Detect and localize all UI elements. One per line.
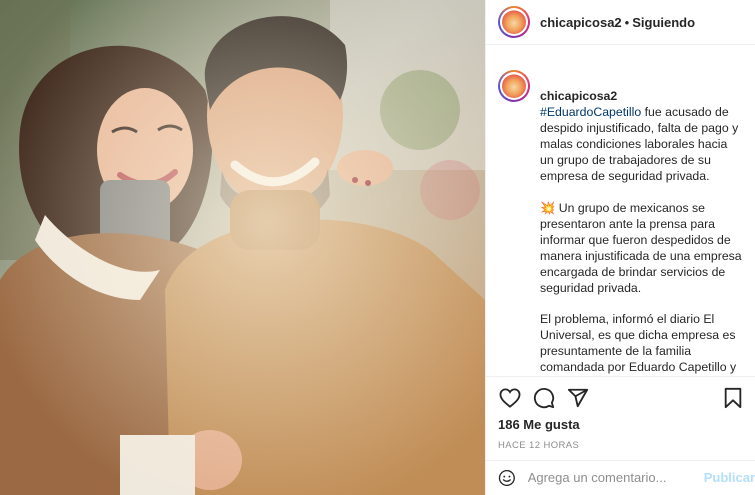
- bookmark-icon: [724, 387, 742, 409]
- caption-paragraph-3: El problema, informó el diario El Univer…: [540, 312, 737, 374]
- comment-button[interactable]: [532, 386, 556, 410]
- avatar-lips-icon: [502, 10, 526, 34]
- share-button[interactable]: [566, 386, 590, 410]
- actions-section: 186 Me gusta Hace 12 horas Publicar: [486, 376, 755, 494]
- post-details-panel: chicapicosa2 • Siguiendo chicapicosa2 #E…: [485, 0, 755, 495]
- author-username[interactable]: chicapicosa2: [540, 15, 622, 30]
- like-button[interactable]: [498, 386, 522, 410]
- post-photo[interactable]: [0, 0, 485, 495]
- comment-form: Publicar: [486, 460, 755, 494]
- heart-icon: [499, 388, 521, 408]
- publish-button[interactable]: Publicar: [704, 470, 755, 485]
- following-button[interactable]: Siguiendo: [632, 15, 695, 30]
- caption-username[interactable]: chicapicosa2: [540, 89, 617, 103]
- caption-avatar[interactable]: [498, 70, 530, 102]
- couple-photo-illustration: [0, 0, 485, 495]
- save-button[interactable]: [721, 386, 745, 410]
- caption-area: chicapicosa2 #EduardoCapetillo fue acusa…: [486, 56, 755, 374]
- post-header: chicapicosa2 • Siguiendo: [486, 0, 755, 45]
- comment-icon: [533, 387, 555, 409]
- post-caption: chicapicosa2 #EduardoCapetillo fue acusa…: [540, 72, 743, 374]
- explosion-emoji-icon: 💥: [540, 201, 556, 215]
- caption-paragraph-2: Un grupo de mexicanos se presentaron ant…: [540, 201, 742, 295]
- share-icon: [567, 388, 589, 408]
- avatar-lips-icon: [502, 74, 526, 98]
- emoji-icon[interactable]: [498, 466, 516, 490]
- post-timestamp[interactable]: Hace 12 horas: [486, 440, 755, 451]
- comment-input[interactable]: [527, 470, 704, 485]
- hashtag-link[interactable]: #EduardoCapetillo: [540, 105, 641, 119]
- separator-dot: •: [624, 14, 630, 30]
- action-buttons: [486, 377, 755, 419]
- likes-count[interactable]: 186 Me gusta: [486, 417, 755, 432]
- author-avatar[interactable]: [498, 6, 530, 38]
